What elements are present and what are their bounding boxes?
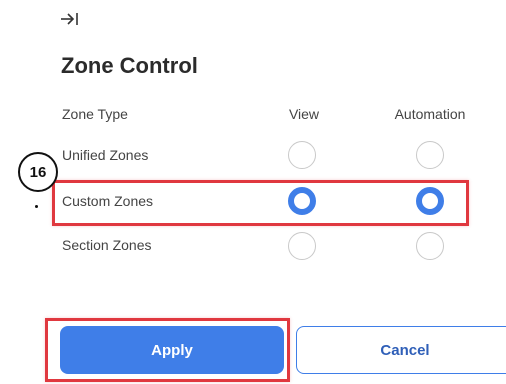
column-header-view: View: [288, 106, 320, 122]
custom-zones-view-radio[interactable]: [288, 187, 316, 215]
row-label-section-zones: Section Zones: [62, 237, 152, 253]
column-header-automation: Automation: [394, 106, 466, 122]
cancel-button[interactable]: Cancel: [296, 326, 506, 374]
row-label-unified-zones: Unified Zones: [62, 147, 149, 163]
unified-zones-view-radio[interactable]: [288, 141, 316, 169]
unified-zones-automation-radio[interactable]: [416, 141, 444, 169]
section-zones-automation-radio[interactable]: [416, 232, 444, 260]
panel-title: Zone Control: [61, 53, 198, 78]
column-header-zone-type: Zone Type: [62, 106, 128, 122]
apply-button[interactable]: Apply: [60, 326, 284, 374]
step-number-badge: 16: [18, 152, 58, 192]
collapse-right-icon: [61, 13, 78, 25]
row-label-custom-zones: Custom Zones: [62, 193, 154, 209]
section-zones-view-radio[interactable]: [288, 232, 316, 260]
collapse-panel-button[interactable]: [60, 8, 84, 30]
custom-zones-automation-radio[interactable]: [416, 187, 444, 215]
annotation-dot: [35, 205, 38, 208]
